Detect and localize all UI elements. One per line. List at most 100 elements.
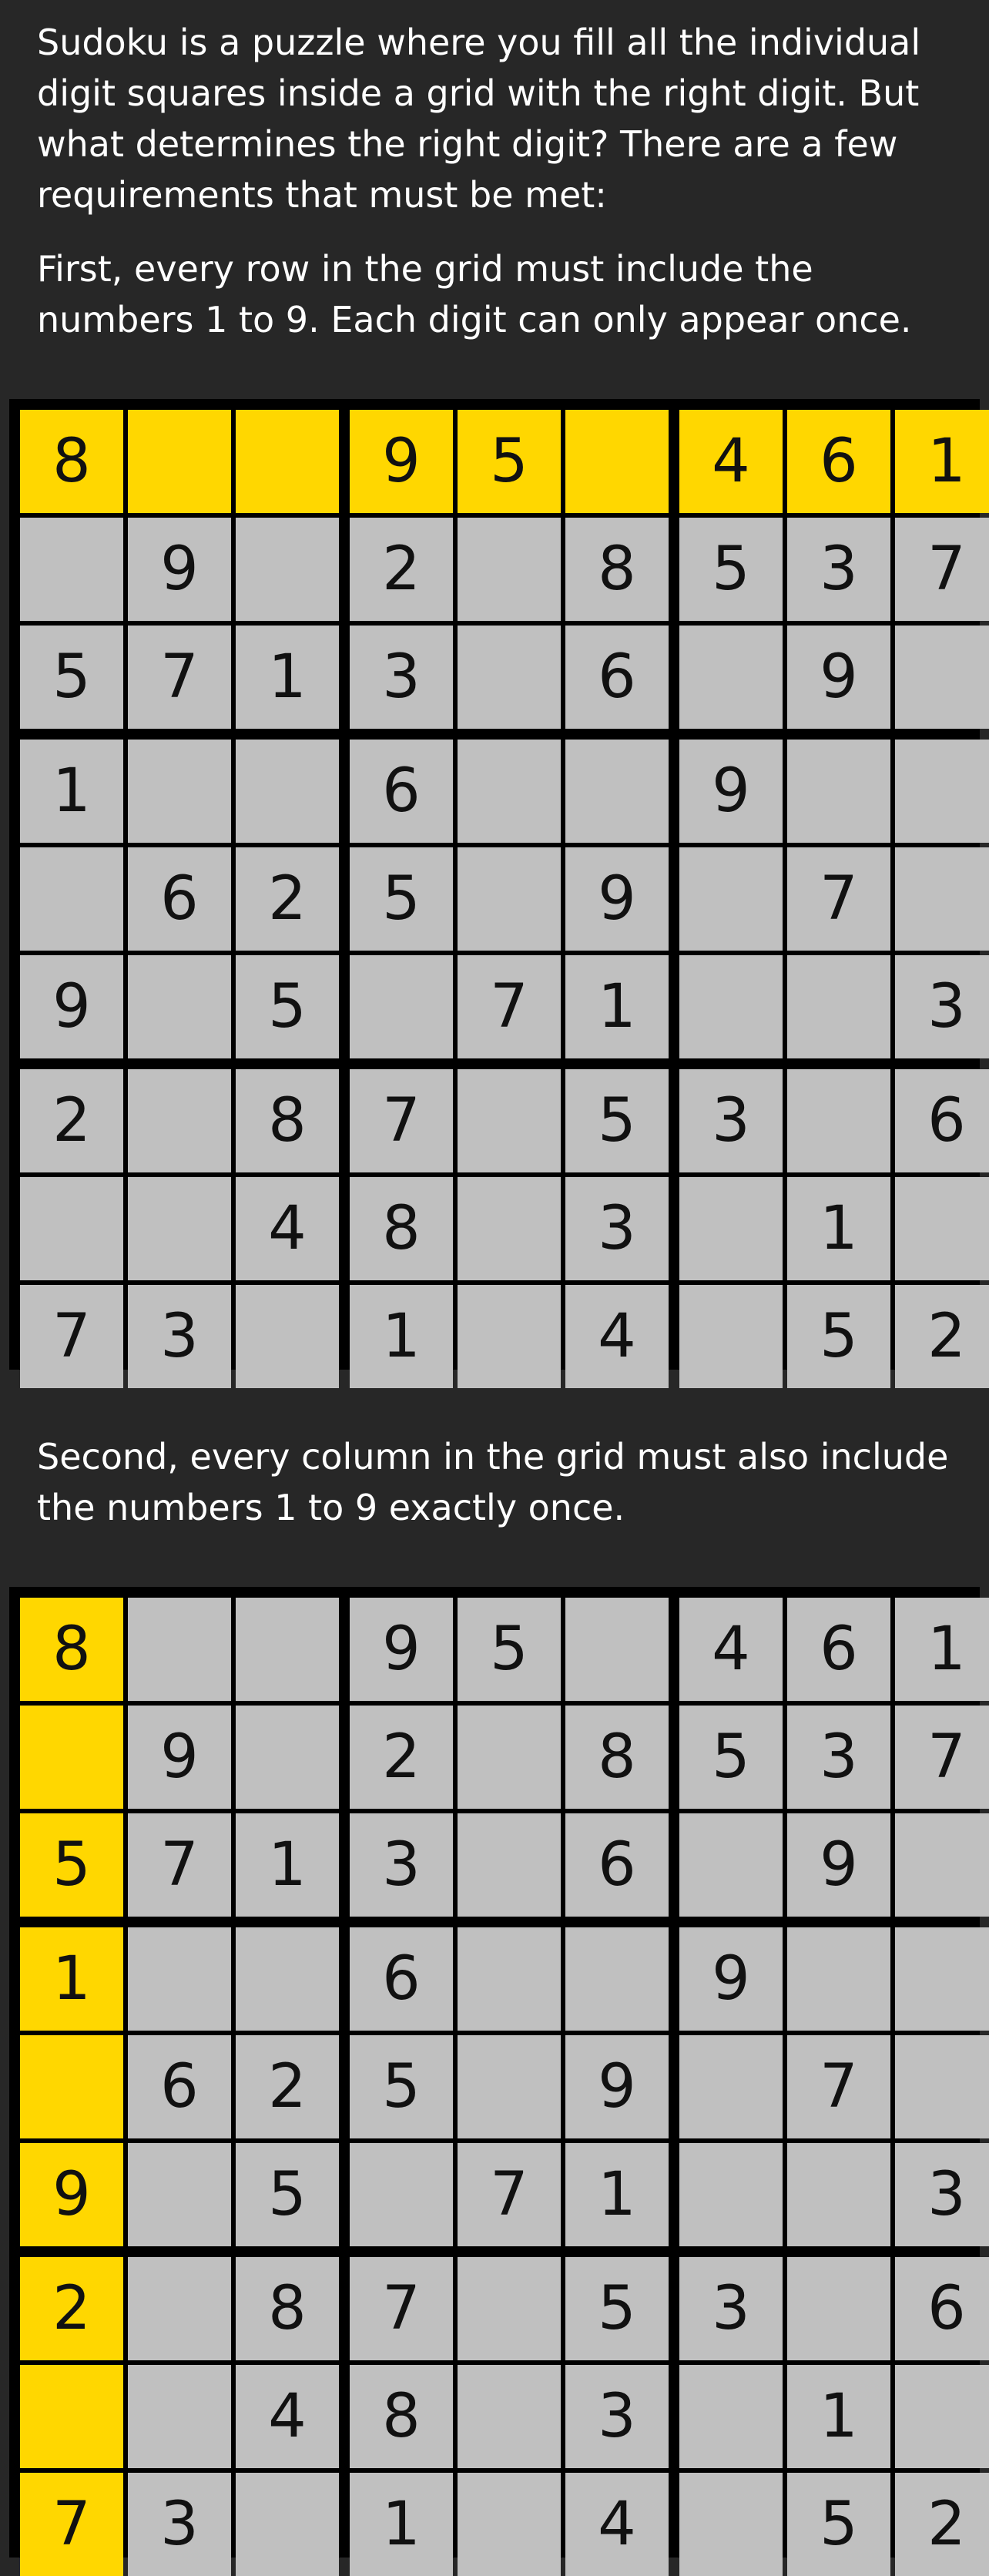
sudoku-cell[interactable]: 5: [565, 1069, 669, 1172]
sudoku-cell[interactable]: [679, 847, 783, 951]
sudoku-cell[interactable]: [458, 2035, 561, 2138]
sudoku-cell[interactable]: [128, 1069, 231, 1172]
sudoku-cell[interactable]: 5: [787, 2473, 890, 2576]
sudoku-cell[interactable]: 4: [679, 1598, 783, 1701]
sudoku-cell[interactable]: [679, 626, 783, 729]
sudoku-cell[interactable]: 3: [679, 2257, 783, 2360]
sudoku-cell[interactable]: [787, 740, 890, 843]
sudoku-cell[interactable]: [679, 2473, 783, 2576]
sudoku-cell[interactable]: [128, 410, 231, 513]
sudoku-cell[interactable]: [679, 955, 783, 1058]
sudoku-cell[interactable]: 7: [20, 1285, 123, 1388]
sudoku-cell[interactable]: [350, 2143, 453, 2246]
sudoku-cell[interactable]: [128, 1598, 231, 1701]
sudoku-cell[interactable]: 9: [20, 2143, 123, 2246]
sudoku-cell[interactable]: [679, 2035, 783, 2138]
sudoku-cell[interactable]: 3: [679, 1069, 783, 1172]
sudoku-cell[interactable]: [20, 2035, 123, 2138]
sudoku-cell[interactable]: [895, 740, 989, 843]
sudoku-cell[interactable]: [787, 2143, 890, 2246]
sudoku-cell[interactable]: 3: [895, 955, 989, 1058]
sudoku-cell[interactable]: 1: [236, 626, 339, 729]
sudoku-cell[interactable]: 5: [679, 1706, 783, 1809]
sudoku-cell[interactable]: [236, 518, 339, 621]
sudoku-cell[interactable]: 7: [895, 1706, 989, 1809]
sudoku-cell[interactable]: [895, 2035, 989, 2138]
sudoku-cell[interactable]: [565, 740, 669, 843]
sudoku-cell[interactable]: 6: [895, 2257, 989, 2360]
sudoku-cell[interactable]: [128, 1177, 231, 1280]
sudoku-cell[interactable]: [20, 518, 123, 621]
sudoku-cell[interactable]: 8: [350, 1177, 453, 1280]
sudoku-cell[interactable]: [458, 2257, 561, 2360]
sudoku-cell[interactable]: [458, 2473, 561, 2576]
sudoku-cell[interactable]: 6: [350, 740, 453, 843]
sudoku-cell[interactable]: 1: [565, 2143, 669, 2246]
sudoku-cell[interactable]: [128, 955, 231, 1058]
sudoku-cell[interactable]: 2: [236, 2035, 339, 2138]
sudoku-cell[interactable]: 5: [20, 1813, 123, 1917]
sudoku-cell[interactable]: 7: [787, 2035, 890, 2138]
sudoku-cell[interactable]: 1: [236, 1813, 339, 1917]
sudoku-cell[interactable]: [458, 626, 561, 729]
sudoku-cell[interactable]: 9: [565, 2035, 669, 2138]
sudoku-cell[interactable]: 7: [128, 626, 231, 729]
sudoku-cell[interactable]: 1: [565, 955, 669, 1058]
sudoku-cell[interactable]: [236, 2473, 339, 2576]
sudoku-cell[interactable]: 3: [895, 2143, 989, 2246]
sudoku-cell[interactable]: 5: [787, 1285, 890, 1388]
sudoku-cell[interactable]: [458, 740, 561, 843]
sudoku-cell[interactable]: 5: [20, 626, 123, 729]
sudoku-cell[interactable]: 1: [895, 410, 989, 513]
sudoku-cell[interactable]: 8: [236, 1069, 339, 1172]
sudoku-cell[interactable]: [679, 2143, 783, 2246]
sudoku-cell[interactable]: 6: [787, 410, 890, 513]
sudoku-cell[interactable]: 8: [565, 518, 669, 621]
sudoku-cell[interactable]: 8: [236, 2257, 339, 2360]
sudoku-cell[interactable]: [236, 1598, 339, 1701]
sudoku-cell[interactable]: [236, 410, 339, 513]
sudoku-cell[interactable]: [458, 1706, 561, 1809]
sudoku-cell[interactable]: [20, 1177, 123, 1280]
sudoku-cell[interactable]: [565, 1927, 669, 2031]
sudoku-cell[interactable]: [350, 955, 453, 1058]
sudoku-cell[interactable]: 9: [787, 626, 890, 729]
sudoku-cell[interactable]: 3: [565, 1177, 669, 1280]
sudoku-cell[interactable]: 7: [350, 2257, 453, 2360]
sudoku-cell[interactable]: 7: [458, 955, 561, 1058]
sudoku-cell[interactable]: [236, 1285, 339, 1388]
sudoku-cell[interactable]: 5: [458, 410, 561, 513]
sudoku-cell[interactable]: 2: [895, 2473, 989, 2576]
sudoku-cell[interactable]: 4: [565, 1285, 669, 1388]
sudoku-cell[interactable]: 4: [236, 1177, 339, 1280]
sudoku-cell[interactable]: [787, 955, 890, 1058]
sudoku-cell[interactable]: 8: [565, 1706, 669, 1809]
sudoku-cell[interactable]: 5: [236, 2143, 339, 2246]
sudoku-cell[interactable]: 3: [787, 518, 890, 621]
sudoku-cell[interactable]: 6: [565, 1813, 669, 1917]
sudoku-cell[interactable]: [458, 1177, 561, 1280]
sudoku-cell[interactable]: [787, 2257, 890, 2360]
sudoku-cell[interactable]: [128, 1927, 231, 2031]
sudoku-cell[interactable]: 9: [20, 955, 123, 1058]
sudoku-cell[interactable]: 5: [565, 2257, 669, 2360]
sudoku-cell[interactable]: [895, 847, 989, 951]
sudoku-cell[interactable]: [458, 518, 561, 621]
sudoku-cell[interactable]: [20, 2365, 123, 2468]
sudoku-cell[interactable]: 2: [350, 518, 453, 621]
sudoku-cell[interactable]: 8: [350, 2365, 453, 2468]
sudoku-cell[interactable]: [128, 740, 231, 843]
sudoku-cell[interactable]: 9: [350, 1598, 453, 1701]
sudoku-cell[interactable]: 4: [679, 410, 783, 513]
sudoku-cell[interactable]: 9: [679, 740, 783, 843]
sudoku-cell[interactable]: [679, 1813, 783, 1917]
sudoku-cell[interactable]: 1: [350, 2473, 453, 2576]
sudoku-cell[interactable]: 4: [565, 2473, 669, 2576]
sudoku-cell[interactable]: 5: [350, 847, 453, 951]
sudoku-cell[interactable]: 3: [128, 2473, 231, 2576]
sudoku-cell[interactable]: 1: [350, 1285, 453, 1388]
sudoku-cell[interactable]: 7: [787, 847, 890, 951]
sudoku-cell[interactable]: [128, 2143, 231, 2246]
sudoku-cell[interactable]: 3: [787, 1706, 890, 1809]
sudoku-cell[interactable]: [128, 2257, 231, 2360]
